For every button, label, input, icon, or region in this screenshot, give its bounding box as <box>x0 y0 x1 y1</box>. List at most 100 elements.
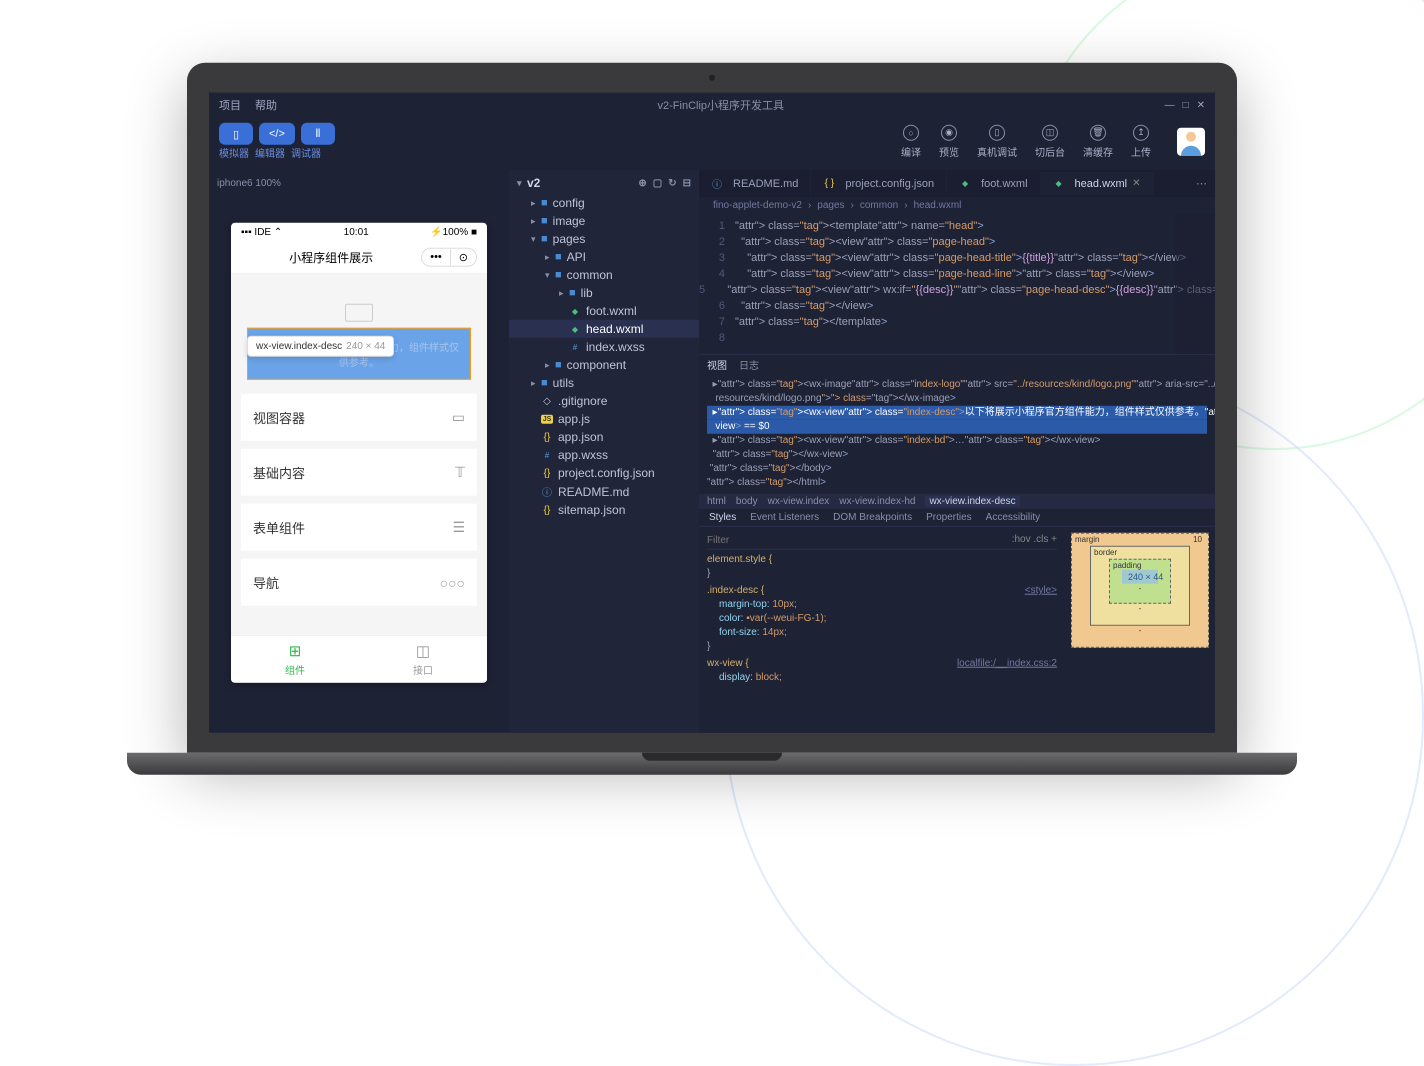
tab-components[interactable]: ⊞组件 <box>231 636 359 683</box>
folder-component[interactable]: ▸■component <box>509 356 699 374</box>
file-appwxss[interactable]: #app.wxss <box>509 446 699 464</box>
sim-label: 模拟器 <box>219 145 249 160</box>
new-file-icon[interactable]: ⊕ <box>638 177 646 188</box>
folder-icon: ■ <box>541 215 548 227</box>
menu-help[interactable]: 帮助 <box>255 97 277 113</box>
menu-icon: ☰ <box>452 519 465 536</box>
file-head-wxml[interactable]: ◆head.wxml <box>509 320 699 338</box>
wxml-icon: ◆ <box>1053 179 1065 188</box>
clear-cache-button[interactable]: 🗑清缓存 <box>1083 124 1113 158</box>
folder-icon: ■ <box>555 359 562 371</box>
tabs-overflow-icon[interactable]: ⋯ <box>1188 177 1215 190</box>
list-item-nav[interactable]: 导航○○○ <box>241 559 477 606</box>
styles-tab-a11y[interactable]: Accessibility <box>986 512 1040 523</box>
styles-tab-styles[interactable]: Styles <box>709 512 736 523</box>
editor-button[interactable]: </> <box>259 123 295 145</box>
file-appjson[interactable]: {}app.json <box>509 428 699 446</box>
collapse-icon[interactable]: ⊟ <box>683 177 691 188</box>
explorer-header[interactable]: ▾v2 ⊕ ▢ ↻ ⊟ <box>509 174 699 192</box>
file-appjs[interactable]: JSapp.js <box>509 410 699 428</box>
page-title: 小程序组件展示 <box>241 249 421 266</box>
file-readme[interactable]: ⓘREADME.md <box>509 482 699 501</box>
styles-tab-properties[interactable]: Properties <box>926 512 972 523</box>
window-controls[interactable]: —□✕ <box>1165 99 1205 110</box>
folder-pages[interactable]: ▾■pages <box>509 230 699 248</box>
styles-filter-input[interactable] <box>707 533 1012 547</box>
window-title: v2-FinClip小程序开发工具 <box>291 97 1151 113</box>
list-item-form[interactable]: 表单组件☰ <box>241 504 477 551</box>
file-index-wxss[interactable]: #index.wxss <box>509 338 699 356</box>
tab-api[interactable]: ◫接口 <box>359 636 487 683</box>
code-editor[interactable]: 1"attr"> class="tag"><template"attr"> na… <box>699 214 1215 354</box>
file-sitemap[interactable]: {}sitemap.json <box>509 501 699 519</box>
refresh-icon[interactable]: ↻ <box>668 177 676 188</box>
folder-utils[interactable]: ▸■utils <box>509 374 699 392</box>
file-icon: ◇ <box>541 395 553 406</box>
simulator-button[interactable]: ▯ <box>219 123 253 145</box>
tab-project-config[interactable]: { }project.config.json <box>811 171 947 195</box>
styles-tab-breakpoints[interactable]: DOM Breakpoints <box>833 512 912 523</box>
editor-tabs: ⓘREADME.md { }project.config.json ◆foot.… <box>699 170 1215 197</box>
user-avatar[interactable] <box>1177 127 1205 155</box>
compile-button[interactable]: ○编译 <box>901 124 921 158</box>
elements-tree[interactable]: ▸"attr"> class="tag"><wx-image"attr"> cl… <box>699 374 1215 494</box>
styles-hov-cls[interactable]: :hov .cls + <box>1012 533 1057 547</box>
json-icon: {} <box>541 467 553 478</box>
menubar: 项目 帮助 v2-FinClip小程序开发工具 —□✕ <box>209 93 1215 117</box>
laptop-frame: 项目 帮助 v2-FinClip小程序开发工具 —□✕ ▯ </> ⫴ 模拟器 … <box>187 63 1237 775</box>
json-icon: { } <box>823 178 835 189</box>
tab-head-wxml[interactable]: ◆head.wxml✕ <box>1041 171 1154 195</box>
styles-panel[interactable]: :hov .cls + element.style {}.index-desc … <box>699 527 1065 733</box>
folder-image[interactable]: ▸■image <box>509 212 699 230</box>
folder-config[interactable]: ▸■config <box>509 194 699 212</box>
box-model: margin10 border padding 240 × 44 - - - <box>1065 527 1215 733</box>
remote-debug-button[interactable]: ▯真机调试 <box>977 124 1017 158</box>
new-folder-icon[interactable]: ▢ <box>653 177 662 188</box>
menu-project[interactable]: 项目 <box>219 97 241 113</box>
capsule-button[interactable]: ••• ⊙ <box>421 248 477 267</box>
more-icon[interactable]: ••• <box>422 249 451 266</box>
styles-tab-listeners[interactable]: Event Listeners <box>750 512 819 523</box>
ide-window: 项目 帮助 v2-FinClip小程序开发工具 —□✕ ▯ </> ⫴ 模拟器 … <box>209 93 1215 733</box>
status-time: 10:01 <box>282 227 430 238</box>
md-icon: ⓘ <box>711 176 723 191</box>
wxml-icon: ◆ <box>959 179 971 188</box>
phone-simulator: ▪▪▪ IDE ⌃ 10:01 ⚡100% ■ 小程序组件展示 ••• ⊙ wx… <box>231 223 487 683</box>
wxml-icon: ◆ <box>569 324 581 333</box>
logo-placeholder <box>345 304 373 322</box>
folder-lib[interactable]: ▸■lib <box>509 284 699 302</box>
devtools-tab-console[interactable]: 日志 <box>739 357 759 372</box>
folder-api[interactable]: ▸■API <box>509 248 699 266</box>
camera-dot <box>709 75 715 81</box>
minimap[interactable] <box>1175 214 1215 354</box>
background-button[interactable]: ◫切后台 <box>1035 124 1065 158</box>
grid-icon: ⊞ <box>231 642 359 660</box>
preview-button[interactable]: ◉预览 <box>939 124 959 158</box>
tab-foot-wxml[interactable]: ◆foot.wxml <box>947 171 1040 195</box>
file-tree: ▸■config ▸■image ▾■pages ▸■API ▾■common … <box>509 192 699 521</box>
folder-common[interactable]: ▾■common <box>509 266 699 284</box>
file-project-config[interactable]: {}project.config.json <box>509 464 699 482</box>
folder-icon: ■ <box>569 287 576 299</box>
code-icon: </> <box>269 127 285 141</box>
simulator-device-info[interactable]: iphone6 100% <box>215 174 503 193</box>
tab-close-icon[interactable]: ✕ <box>1132 178 1140 189</box>
elements-breadcrumb[interactable]: htmlbodywx-view.indexwx-view.index-hdwx-… <box>699 494 1215 509</box>
file-foot-wxml[interactable]: ◆foot.wxml <box>509 302 699 320</box>
file-gitignore[interactable]: ◇.gitignore <box>509 392 699 410</box>
debugger-button[interactable]: ⫴ <box>301 123 335 145</box>
upload-button[interactable]: ↥上传 <box>1131 124 1151 158</box>
laptop-base <box>127 753 1297 775</box>
list-item-view-container[interactable]: 视图容器▭ <box>241 394 477 441</box>
breadcrumb[interactable]: fino-applet-demo-v2›pages›common›head.wx… <box>699 197 1215 214</box>
upload-icon: ↥ <box>1133 124 1149 140</box>
tab-readme[interactable]: ⓘREADME.md <box>699 170 811 197</box>
devtools-tab-elements[interactable]: 视图 <box>707 357 727 372</box>
folder-icon: ■ <box>555 251 562 263</box>
box-content-size: 240 × 44 <box>1122 570 1158 584</box>
eye-icon: ◉ <box>941 124 957 140</box>
list-item-basic-content[interactable]: 基础内容𝕋 <box>241 449 477 496</box>
navbar: 小程序组件展示 ••• ⊙ <box>231 242 487 274</box>
close-capsule-icon[interactable]: ⊙ <box>451 249 476 266</box>
wxss-icon: # <box>569 342 581 351</box>
